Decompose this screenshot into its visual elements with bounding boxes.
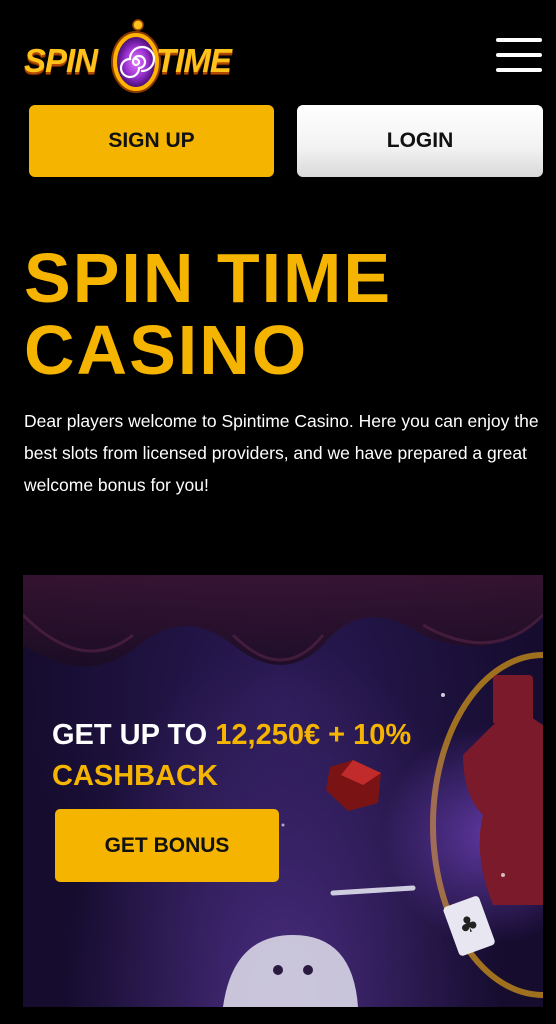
bonus-headline: GET UP TO 12,250€ + 10% CASHBACK <box>52 715 472 797</box>
page-title-line1: SPIN TIME <box>24 239 393 317</box>
menu-bar <box>496 53 542 57</box>
page-title-line2: CASINO <box>24 311 309 389</box>
page-title: SPIN TIME CASINO <box>24 242 544 386</box>
get-bonus-button[interactable]: GET BONUS <box>55 809 279 882</box>
bonus-banner: ♣ GET UP TO 12,250€ + 10% CASHBACK GET B… <box>23 575 543 1007</box>
header: SPIN TIME <box>0 0 556 104</box>
spintime-logo[interactable]: SPIN TIME <box>22 16 242 96</box>
page: SPIN TIME SIGN UP LOGIN SPIN TIME CASINO… <box>0 0 556 1024</box>
welcome-description: Dear players welcome to Spintime Casino.… <box>24 411 539 495</box>
bonus-amount: 12,250€ + 10% <box>215 719 412 751</box>
bonus-cashback: CASHBACK <box>52 760 218 792</box>
logo-word-time: TIME <box>156 42 232 79</box>
spiral-logo-icon <box>111 19 161 93</box>
logo-word-spin: SPIN <box>24 42 98 79</box>
hamburger-menu-icon[interactable] <box>496 38 542 74</box>
sign-up-button[interactable]: SIGN UP <box>29 105 274 177</box>
bonus-headline-prefix: GET UP TO <box>52 719 216 751</box>
menu-bar <box>496 38 542 42</box>
login-button[interactable]: LOGIN <box>297 105 543 177</box>
menu-bar <box>496 68 542 72</box>
